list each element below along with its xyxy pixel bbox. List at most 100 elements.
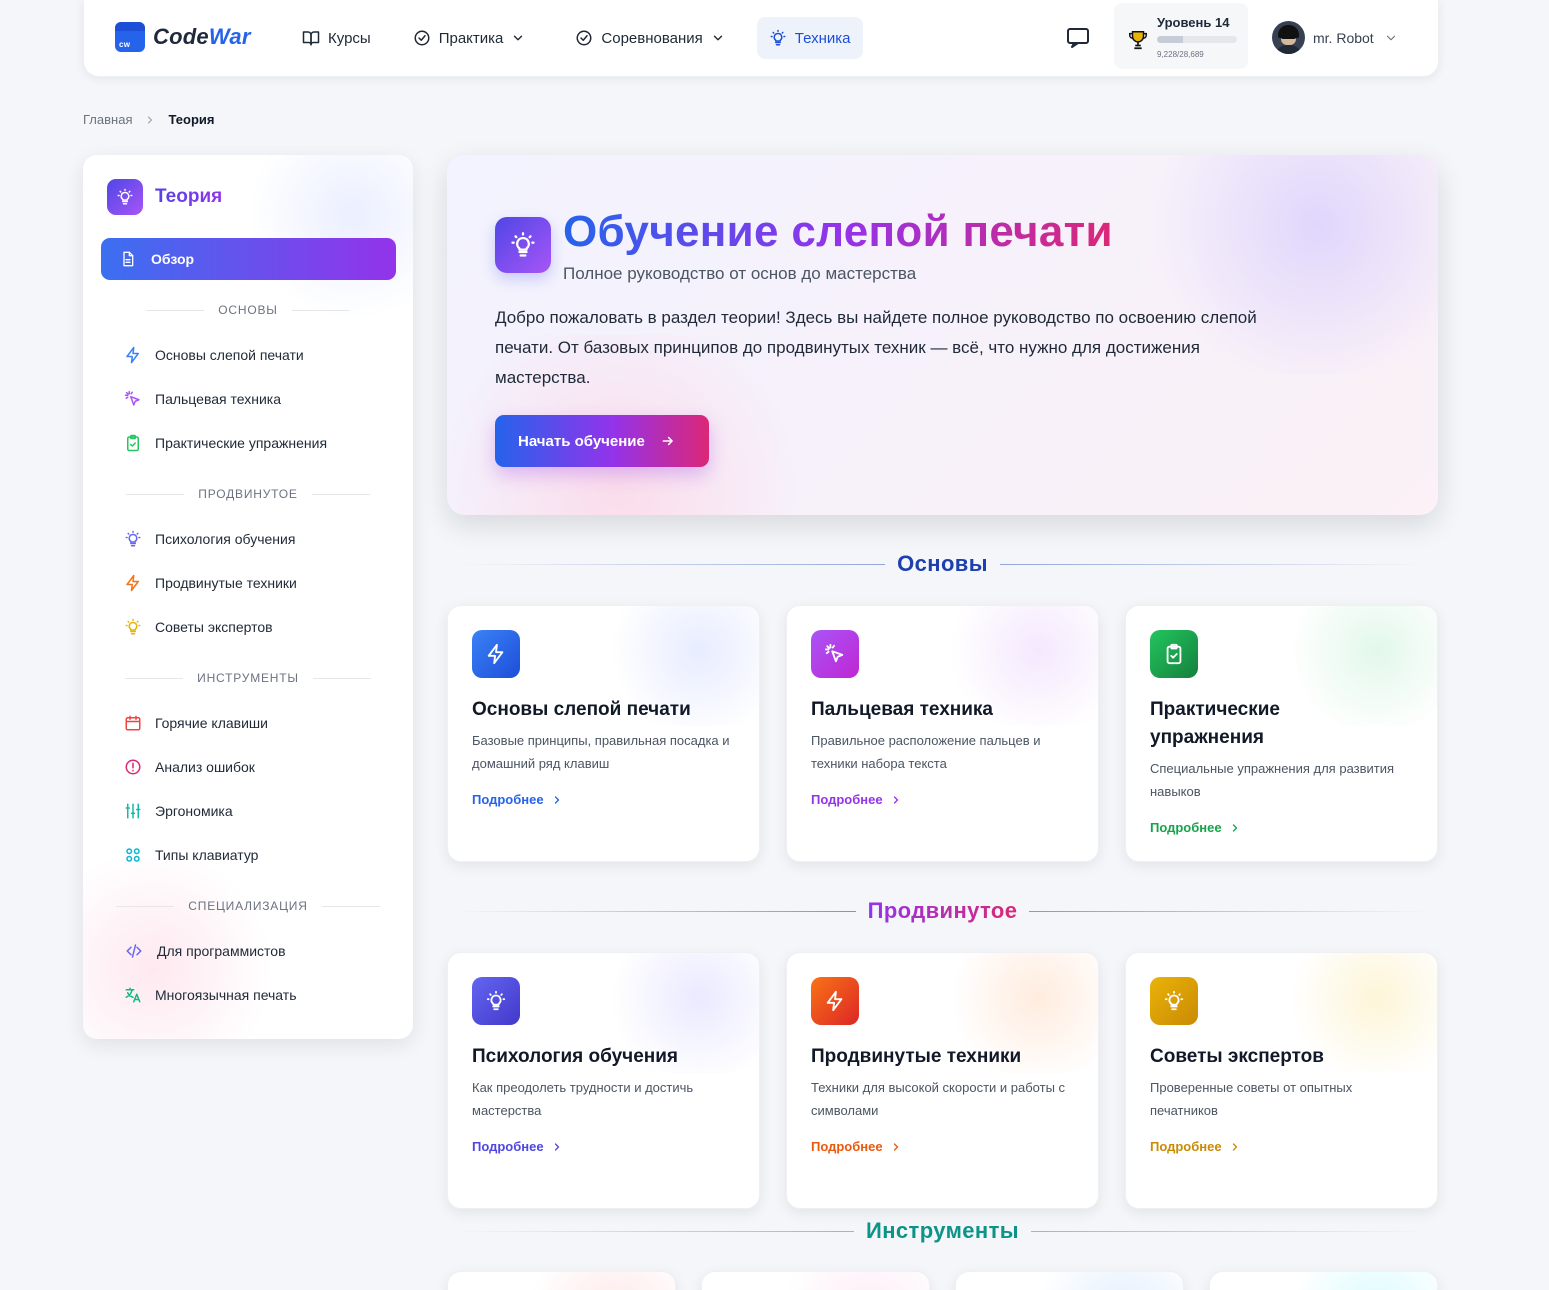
chevron-right-icon bbox=[544, 1141, 563, 1153]
nav-courses-label: Курсы bbox=[328, 29, 371, 47]
sidebar-item-label: Анализ ошибок bbox=[155, 759, 255, 775]
sidebar-item-label: Психология обучения bbox=[155, 531, 296, 547]
card-more-link[interactable]: Подробнее bbox=[811, 792, 902, 807]
sidebar-section-title: ИНСТРУМЕНТЫ bbox=[197, 671, 299, 685]
card-tools-3[interactable] bbox=[955, 1271, 1184, 1290]
card-description: Базовые принципы, правильная посадка и д… bbox=[472, 733, 730, 771]
lightbulb-icon bbox=[1150, 977, 1198, 1025]
card-practice-exercises[interactable]: Практические упражнения Специальные упра… bbox=[1125, 605, 1438, 862]
card-more-link[interactable]: Подробнее bbox=[1150, 1139, 1241, 1154]
card-typing-basics[interactable]: Основы слепой печати Базовые принципы, п… bbox=[447, 605, 760, 862]
breadcrumb-home[interactable]: Главная bbox=[83, 112, 132, 127]
code-icon bbox=[124, 942, 157, 960]
card-more-link[interactable]: Подробнее bbox=[1150, 820, 1241, 835]
card-more-link[interactable]: Подробнее bbox=[472, 1139, 563, 1154]
sidebar-item-keyboard-types[interactable]: Типы клавиатур bbox=[124, 844, 258, 866]
bolt-icon bbox=[124, 574, 155, 592]
card-title: Продвинутые техники bbox=[811, 1046, 1022, 1067]
logo-text-part1: Code bbox=[153, 24, 209, 49]
chevron-right-icon bbox=[1222, 822, 1241, 834]
book-icon bbox=[302, 29, 328, 47]
start-learning-label: Начать обучение bbox=[518, 432, 645, 450]
chevron-right-icon bbox=[132, 114, 168, 126]
chevron-down-icon bbox=[711, 31, 733, 45]
section-title-text: Основы bbox=[897, 551, 988, 576]
card-learning-psychology[interactable]: Психология обучения Как преодолеть трудн… bbox=[447, 952, 760, 1209]
card-expert-tips[interactable]: Советы экспертов Проверенные советы от о… bbox=[1125, 952, 1438, 1209]
card-title: Практические упражнения bbox=[1150, 699, 1280, 748]
nav-practice[interactable]: Практика bbox=[401, 17, 546, 59]
start-learning-button[interactable]: Начать обучение bbox=[495, 415, 709, 467]
level-xp: 9,228/28,689 bbox=[1157, 50, 1204, 59]
logo[interactable]: cw CodeWar bbox=[115, 22, 251, 52]
sidebar-item-expert-tips[interactable]: Советы экспертов bbox=[124, 616, 273, 638]
card-more-label: Подробнее bbox=[1150, 820, 1222, 835]
sidebar-item-learning-psychology[interactable]: Психология обучения bbox=[124, 528, 295, 550]
sidebar-item-label: Типы клавиатур bbox=[155, 847, 259, 863]
sidebar-item-label: Пальцевая техника bbox=[155, 391, 281, 407]
chevron-right-icon bbox=[1222, 1141, 1241, 1153]
top-header: cw CodeWar Курсы Практика Соревнования Т… bbox=[83, 0, 1439, 77]
user-menu[interactable]: mr. Robot bbox=[1272, 21, 1398, 54]
bolt-icon bbox=[811, 977, 859, 1025]
sidebar-item-multilingual[interactable]: Многоязычная печать bbox=[124, 984, 297, 1006]
level-progress-bar bbox=[1157, 36, 1237, 43]
sidebar-section-advanced: ПРОДВИНУТОЕ bbox=[83, 487, 413, 501]
card-description: Техники для высокой скорости и работы с … bbox=[811, 1080, 1066, 1118]
card-more-label: Подробнее bbox=[472, 1139, 544, 1154]
sidebar-item-for-programmers[interactable]: Для программистов bbox=[124, 940, 286, 962]
card-finger-technique[interactable]: Пальцевая техника Правильное расположени… bbox=[786, 605, 1099, 862]
messages-icon[interactable] bbox=[1066, 27, 1090, 49]
card-title: Советы экспертов bbox=[1150, 1046, 1324, 1067]
breadcrumb: Главная Теория bbox=[83, 112, 214, 127]
sidebar-item-label: Практические упражнения bbox=[155, 435, 328, 451]
sidebar-item-label: Горячие клавиши bbox=[155, 715, 268, 731]
level-widget[interactable]: Уровень 14 9,228/28,689 bbox=[1114, 3, 1248, 69]
card-advanced-techniques[interactable]: Продвинутые техники Техники для высокой … bbox=[786, 952, 1099, 1209]
cursor-click-icon bbox=[811, 630, 859, 678]
alert-circle-icon bbox=[124, 758, 155, 776]
card-more-link[interactable]: Подробнее bbox=[811, 1139, 902, 1154]
arrow-right-icon bbox=[645, 434, 675, 448]
nav-technique-label: Техника bbox=[794, 29, 851, 47]
lightbulb-icon bbox=[107, 179, 143, 215]
sidebar-section-tools: ИНСТРУМЕНТЫ bbox=[83, 671, 413, 685]
card-more-label: Подробнее bbox=[1150, 1139, 1222, 1154]
calendar-icon bbox=[124, 714, 155, 732]
sidebar-item-label: Для программистов bbox=[157, 943, 286, 959]
sidebar-item-label: Обзор bbox=[151, 251, 195, 267]
logo-badge: cw bbox=[115, 22, 145, 52]
user-name: mr. Robot bbox=[1313, 29, 1374, 46]
document-icon bbox=[120, 251, 151, 267]
nav-technique[interactable]: Техника bbox=[756, 17, 863, 59]
check-circle-icon bbox=[413, 29, 439, 47]
grid-icon bbox=[124, 846, 155, 864]
sidebar-item-error-analysis[interactable]: Анализ ошибок bbox=[124, 756, 255, 778]
card-more-link[interactable]: Подробнее bbox=[472, 792, 563, 807]
bolt-icon bbox=[124, 346, 155, 364]
lightbulb-icon bbox=[124, 618, 155, 636]
page-subtitle: Полное руководство от основ до мастерств… bbox=[563, 264, 917, 283]
sidebar-item-finger-technique[interactable]: Пальцевая техника bbox=[124, 388, 281, 410]
hero-banner: Обучение слепой печати Полное руководств… bbox=[447, 155, 1438, 515]
card-title: Пальцевая техника bbox=[811, 699, 994, 720]
logo-text: CodeWar bbox=[153, 24, 251, 50]
card-tools-2[interactable] bbox=[701, 1271, 930, 1290]
card-tools-1[interactable] bbox=[447, 1271, 676, 1290]
sidebar-item-advanced-techniques[interactable]: Продвинутые техники bbox=[124, 572, 297, 594]
card-tools-4[interactable] bbox=[1209, 1271, 1438, 1290]
sidebar-item-typing-basics[interactable]: Основы слепой печати bbox=[124, 344, 304, 366]
logo-badge-text: cw bbox=[119, 40, 131, 49]
lightbulb-icon bbox=[124, 530, 155, 548]
sliders-icon bbox=[124, 802, 155, 820]
sidebar-item-label: Эргономика bbox=[155, 803, 233, 819]
sidebar-item-overview[interactable]: Обзор bbox=[101, 238, 396, 280]
sidebar-section-title: ПРОДВИНУТОЕ bbox=[198, 487, 298, 501]
sidebar-header: Теория bbox=[107, 179, 222, 215]
sidebar-item-ergonomics[interactable]: Эргономика bbox=[124, 800, 233, 822]
nav-courses[interactable]: Курсы bbox=[290, 17, 383, 59]
clipboard-check-icon bbox=[1150, 630, 1198, 678]
nav-competitions[interactable]: Соревнования bbox=[563, 17, 744, 59]
sidebar-item-practice-exercises[interactable]: Практические упражнения bbox=[124, 432, 327, 454]
sidebar-item-hotkeys[interactable]: Горячие клавиши bbox=[124, 712, 268, 734]
